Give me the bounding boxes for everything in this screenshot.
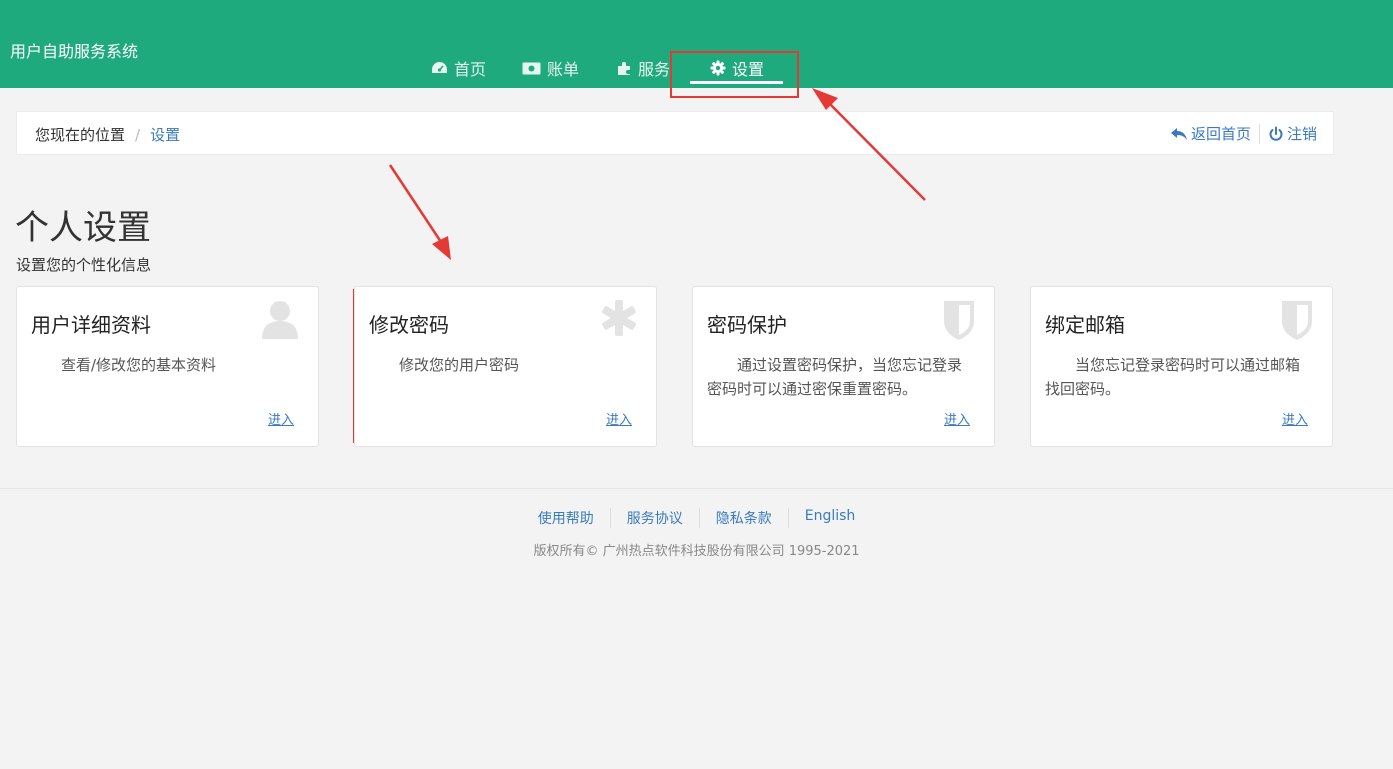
footer-link-terms[interactable]: 服务协议 (609, 508, 699, 528)
card-description: 当您忘记登录密码时可以通过邮箱找回密码。 (1045, 356, 1301, 398)
breadcrumb-separator: / (135, 125, 141, 144)
card-enter-link[interactable]: 进入 (268, 409, 294, 428)
card-bind-email: 绑定邮箱 当您忘记登录密码时可以通过邮箱找回密码。 进入 (1030, 286, 1333, 447)
asterisk-icon (602, 300, 636, 336)
card-enter-link[interactable]: 进入 (606, 409, 632, 428)
card-user-profile: 用户详细资料 查看/修改您的基本资料 进入 (16, 286, 319, 447)
logout-link[interactable]: 注销 (1268, 123, 1317, 144)
logout-label: 注销 (1286, 125, 1317, 143)
power-icon (1269, 126, 1283, 141)
card-password-protection: 密码保护 通过设置密码保护，当您忘记登录密码时可以通过密保重置密码。 进入 (692, 286, 995, 447)
footer-divider (0, 488, 1393, 489)
nav-service[interactable]: 服务 (617, 55, 670, 81)
footer-link-help[interactable]: 使用帮助 (522, 508, 610, 528)
money-icon (522, 62, 541, 74)
user-icon (262, 301, 298, 339)
back-home-label: 返回首页 (1190, 125, 1251, 143)
nav-home-label: 首页 (454, 60, 487, 79)
shield-icon (1282, 301, 1312, 340)
page-title: 个人设置 (15, 208, 151, 248)
top-header: 用户自助服务系统 首页 账单 服务 设置 (0, 0, 1393, 88)
main-nav: 首页 账单 服务 设置 (0, 0, 1393, 88)
gear-icon (710, 60, 726, 76)
nav-service-label: 服务 (638, 60, 671, 79)
dashboard-icon (432, 62, 447, 73)
card-title: 密码保护 (707, 313, 787, 337)
breadcrumb-prefix: 您现在的位置 (35, 126, 126, 144)
nav-bill-label: 账单 (547, 60, 580, 79)
card-description: 修改您的用户密码 (399, 356, 520, 374)
active-tab-indicator (690, 81, 783, 84)
card-title: 绑定邮箱 (1045, 313, 1125, 337)
breadcrumb-link-divider (1258, 123, 1260, 144)
footer-link-english[interactable]: English (787, 508, 872, 528)
page-subtitle: 设置您的个性化信息 (16, 256, 152, 274)
card-change-password: 修改密码 修改您的用户密码 进入 (354, 286, 657, 447)
footer-links: 使用帮助 服务协议 隐私条款 English (0, 508, 1393, 528)
annotation-arrow-to-card (388, 164, 451, 260)
shield-icon (944, 301, 974, 340)
nav-settings[interactable]: 设置 (710, 55, 764, 81)
card-enter-link[interactable]: 进入 (944, 409, 970, 428)
breadcrumb-current: 设置 (150, 126, 181, 144)
nav-home[interactable]: 首页 (431, 55, 486, 81)
card-description: 通过设置密码保护，当您忘记登录密码时可以通过密保重置密码。 (707, 356, 963, 398)
card-enter-link[interactable]: 进入 (1282, 409, 1308, 428)
footer-link-privacy[interactable]: 隐私条款 (698, 508, 788, 528)
puzzle-icon (618, 61, 630, 75)
nav-bill[interactable]: 账单 (522, 55, 579, 81)
copyright: 版权所有© 广州热点软件科技股份有限公司 1995-2021 (533, 544, 860, 559)
breadcrumb: 您现在的位置 / 设置 返回首页 注销 (16, 111, 1334, 155)
card-title: 修改密码 (369, 313, 449, 337)
card-title: 用户详细资料 (31, 313, 151, 337)
card-description: 查看/修改您的基本资料 (61, 356, 217, 374)
back-home-link[interactable]: 返回首页 (1170, 123, 1251, 144)
nav-settings-label: 设置 (732, 60, 765, 79)
reply-icon (1170, 127, 1187, 140)
